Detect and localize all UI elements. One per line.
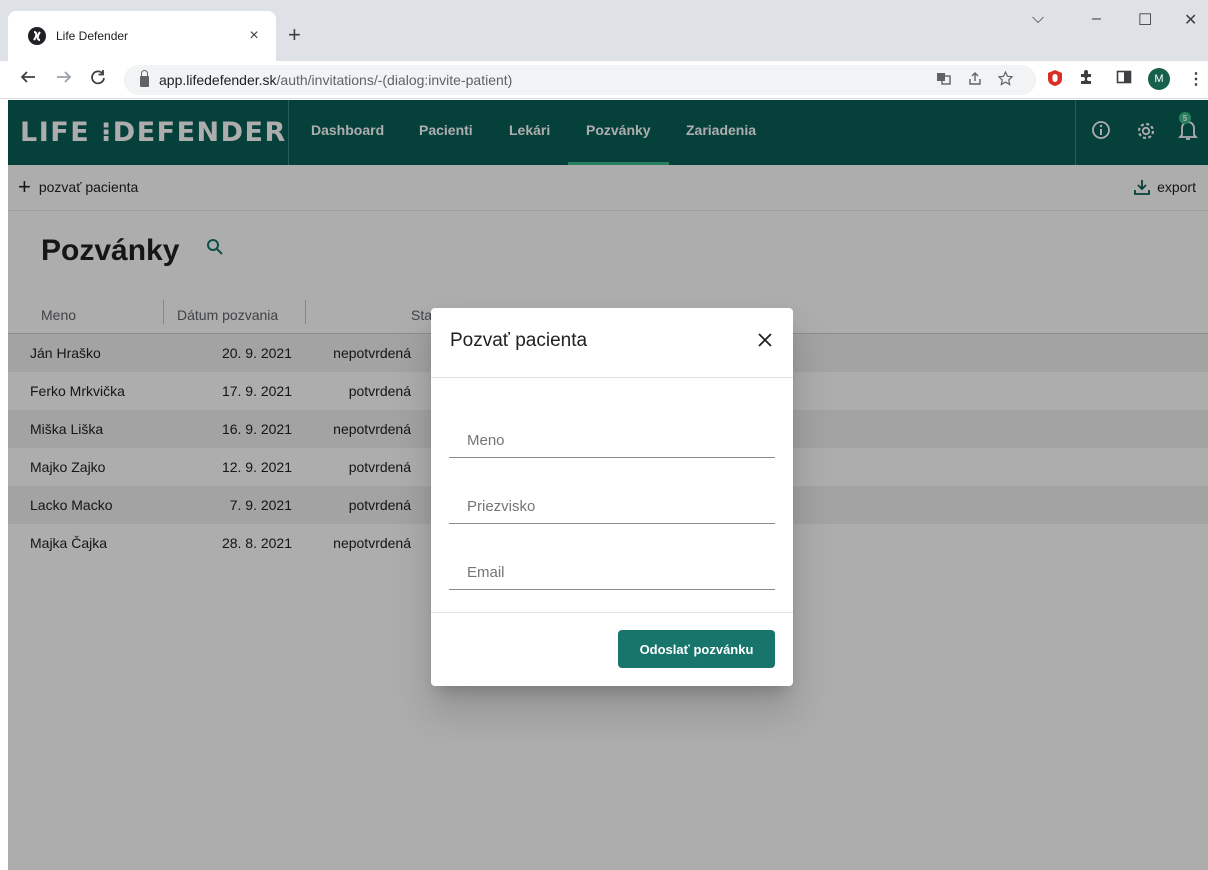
- first-name-field[interactable]: [449, 424, 775, 458]
- url-host: app.lifedefender.sk: [159, 72, 277, 88]
- extensions-icon[interactable]: [1078, 69, 1094, 90]
- lock-icon[interactable]: [140, 70, 149, 87]
- invite-patient-dialog: Pozvať pacienta Odoslať pozvánku: [431, 308, 793, 686]
- url-path: /auth/invitations/-(dialog:invite-patien…: [276, 72, 513, 88]
- browser-tab[interactable]: Life Defender ×: [8, 11, 276, 61]
- tab-close-icon[interactable]: ×: [244, 27, 264, 45]
- minimize-button[interactable]: –: [1092, 10, 1101, 28]
- browser-tab-strip: Life Defender × + ⌵ – ☐ ✕: [0, 0, 1208, 61]
- browser-menu-icon[interactable]: ⋮: [1188, 69, 1204, 89]
- forward-icon[interactable]: [56, 68, 72, 90]
- close-window-button[interactable]: ✕: [1184, 10, 1197, 30]
- email-field[interactable]: [449, 556, 775, 590]
- dialog-divider: [431, 612, 793, 613]
- send-invitation-button[interactable]: Odoslať pozvánku: [618, 630, 775, 668]
- star-icon[interactable]: [997, 70, 1014, 90]
- translate-icon[interactable]: [936, 71, 951, 90]
- browser-toolbar: app.lifedefender.sk/auth/invitations/-(d…: [0, 61, 1208, 99]
- maximize-button[interactable]: ☐: [1138, 10, 1152, 30]
- reload-icon[interactable]: [90, 68, 106, 90]
- new-tab-button[interactable]: +: [288, 24, 301, 46]
- side-panel-icon[interactable]: [1116, 69, 1132, 90]
- back-icon[interactable]: [20, 68, 36, 90]
- address-bar[interactable]: app.lifedefender.sk/auth/invitations/-(d…: [124, 65, 1036, 95]
- profile-avatar[interactable]: M: [1148, 68, 1170, 90]
- share-icon[interactable]: [968, 71, 983, 90]
- close-icon[interactable]: [755, 330, 775, 350]
- dialog-title: Pozvať pacienta: [450, 330, 588, 351]
- opera-adblock-icon[interactable]: [1047, 69, 1063, 92]
- dialog-divider: [431, 377, 793, 378]
- tab-search-chevron-icon[interactable]: ⌵: [1032, 10, 1044, 28]
- site-favicon-icon: [28, 27, 46, 45]
- last-name-field[interactable]: [449, 490, 775, 524]
- tab-title: Life Defender: [56, 29, 129, 43]
